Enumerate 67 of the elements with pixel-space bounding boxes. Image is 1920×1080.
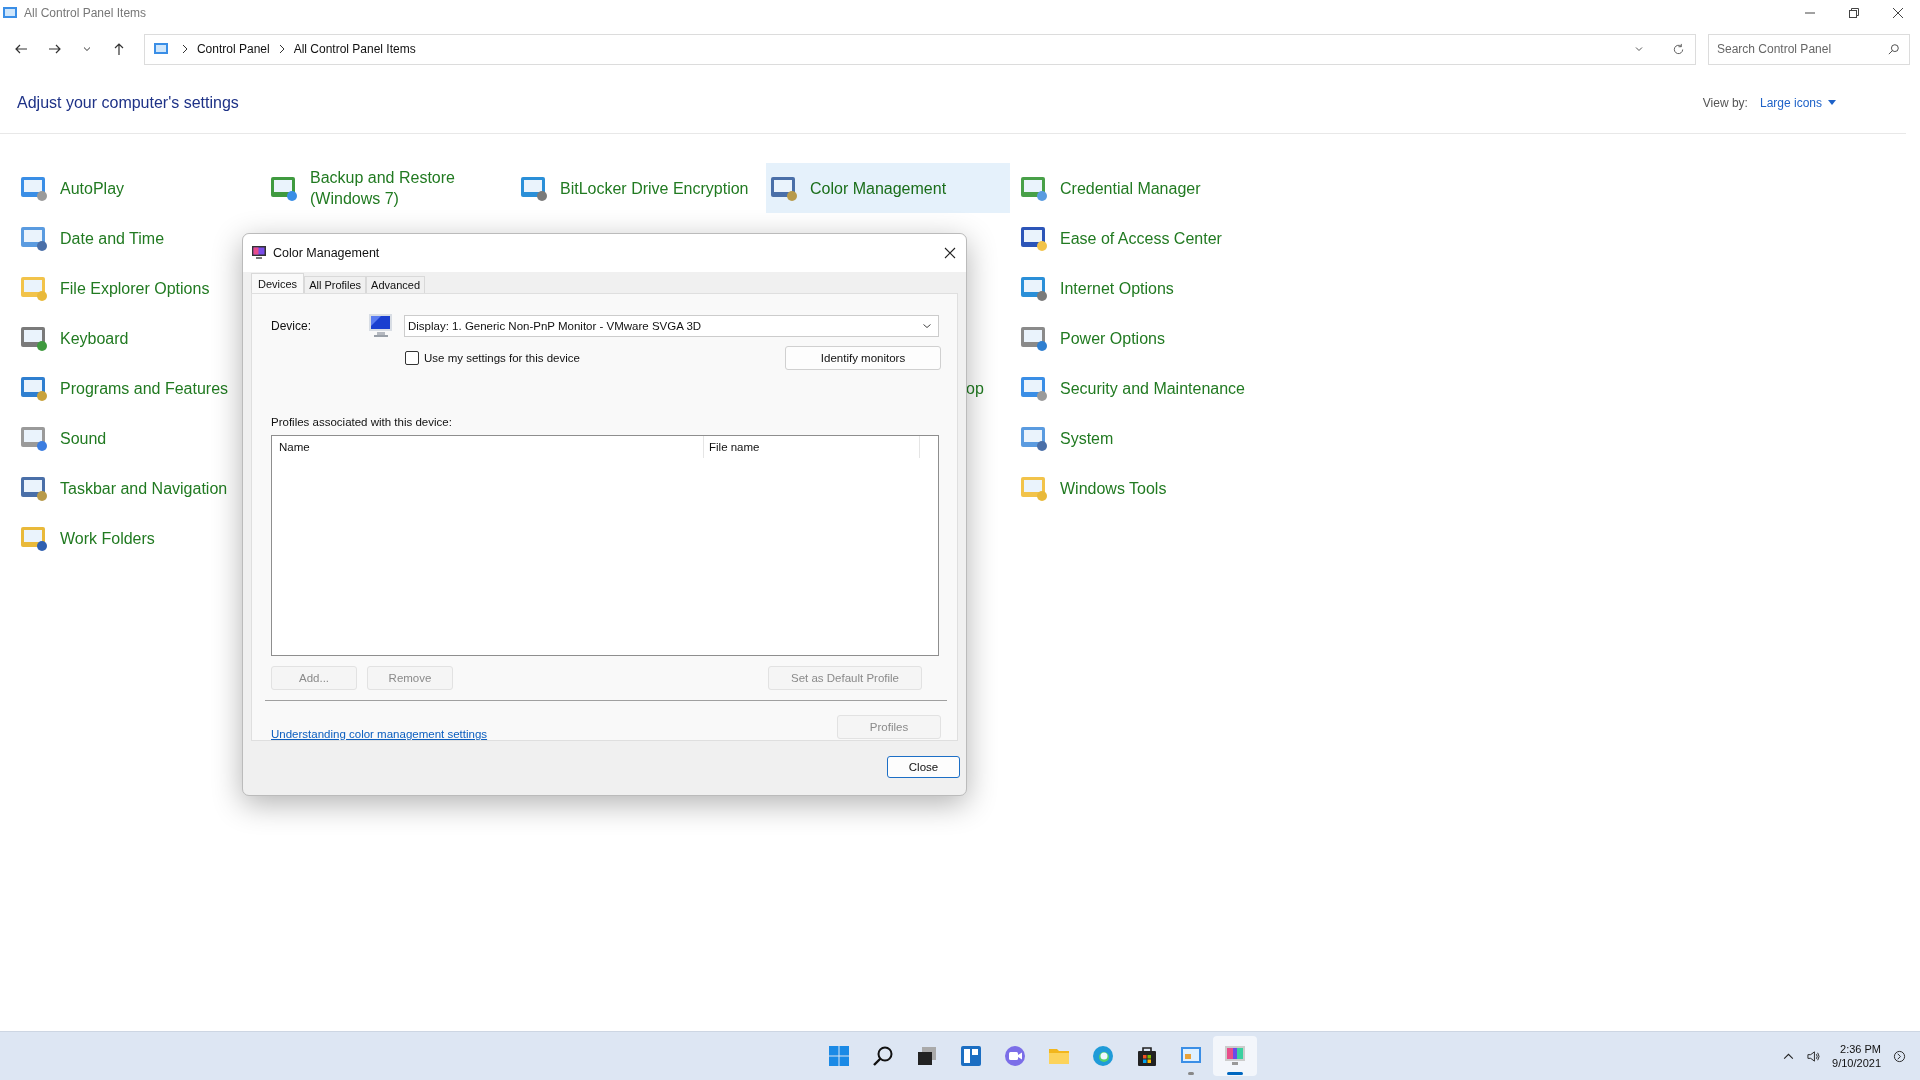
profiles-list[interactable]: Name File name (271, 435, 939, 656)
control-panel-item[interactable]: System (1016, 413, 1260, 463)
address-bar[interactable]: Control Panel All Control Panel Items (143, 33, 1696, 65)
monitor-icon (251, 245, 267, 261)
shopping-bag-icon (1135, 1044, 1159, 1068)
control-panel-item[interactable]: Power Options (1016, 313, 1260, 363)
profiles-label: Profiles associated with this device: (271, 416, 453, 428)
breadcrumb[interactable]: Control Panel (196, 42, 270, 56)
control-panel-item[interactable]: Programs and Features (16, 363, 260, 413)
search-icon[interactable] (1888, 43, 1900, 55)
control-panel-item[interactable]: Date and Time (16, 213, 260, 263)
control-panel-item[interactable]: Backup and Restore (Windows 7) (266, 163, 510, 213)
control-panel-icon (2, 5, 18, 21)
control-panel-item[interactable]: Taskbar and Navigation (16, 463, 260, 513)
speaker-icon[interactable] (1807, 1049, 1821, 1063)
browser-icon (1091, 1044, 1115, 1068)
control-panel-item[interactable]: Security and Maintenance (1016, 363, 1260, 413)
chevron-down-icon[interactable] (81, 44, 92, 54)
caret-icon (1828, 99, 1836, 106)
close-icon[interactable] (1892, 7, 1904, 19)
chevron-right-icon (277, 44, 286, 54)
overlapping-windows-icon (915, 1044, 939, 1068)
refresh-icon[interactable] (1672, 42, 1685, 56)
close-button[interactable]: Close (887, 756, 960, 778)
tab[interactable]: All Profiles (304, 276, 367, 293)
chevron-right-icon (180, 44, 189, 54)
view-by-label: View by: (1702, 95, 1748, 110)
chevron-down-icon (922, 321, 932, 331)
device-label: Device: (271, 319, 312, 333)
control-panel-item[interactable]: Windows Tools (1016, 463, 1260, 513)
forward-arrow-icon[interactable] (48, 42, 62, 56)
monitor-icon (1223, 1044, 1247, 1068)
device-dropdown[interactable]: Display: 1. Generic Non-PnP Monitor - VMware SVGA 3D (404, 315, 939, 337)
monitor-icon (367, 312, 395, 340)
column-header[interactable]: File name (704, 436, 920, 458)
video-camera-icon (1003, 1044, 1027, 1068)
identify-monitors-button[interactable]: Identify monitors (785, 346, 941, 370)
control-panel-item[interactable]: BitLocker Drive Encryption (516, 163, 760, 213)
control-panel-item[interactable]: AutoPlay (16, 163, 260, 213)
restore-icon[interactable] (1848, 7, 1860, 19)
control-panel-item[interactable]: op (966, 377, 984, 399)
page-heading: Adjust your computer's settings (17, 93, 239, 112)
control-panel-item[interactable]: Ease of Access Center (1016, 213, 1260, 263)
dialog-title: Color Management (273, 246, 380, 260)
panels-icon (959, 1044, 983, 1068)
close-icon[interactable] (944, 247, 956, 259)
control-panel-icon (152, 41, 169, 57)
help-link[interactable]: Understanding color management settings (271, 728, 488, 740)
four-squares-icon (827, 1044, 851, 1068)
control-panel-item[interactable]: Color Management (766, 163, 1010, 213)
column-header[interactable]: Name (272, 436, 704, 458)
window-title: All Control Panel Items (24, 6, 147, 20)
search-field[interactable]: Search Control Panel (1708, 33, 1910, 65)
control-panel-item[interactable]: Credential Manager (1016, 163, 1260, 213)
notification-icon[interactable] (1893, 1049, 1906, 1063)
control-panel-item[interactable]: Internet Options (1016, 263, 1260, 313)
search-icon (871, 1044, 895, 1068)
view-by-dropdown[interactable]: Large icons (1759, 95, 1836, 110)
clock[interactable]: 2:36 PM 9/10/2021 (1832, 1042, 1881, 1070)
back-arrow-icon[interactable] (14, 42, 28, 56)
use-my-settings-checkbox[interactable]: Use my settings for this device (405, 351, 580, 365)
control-panel-item[interactable]: Keyboard (16, 313, 260, 363)
breadcrumb[interactable]: All Control Panel Items (293, 42, 416, 56)
tab[interactable]: Devices (251, 273, 305, 293)
control-panel-item[interactable]: Sound (16, 413, 260, 463)
tab[interactable]: Advanced (366, 276, 426, 293)
control-panel-item[interactable]: Work Folders (16, 513, 260, 563)
